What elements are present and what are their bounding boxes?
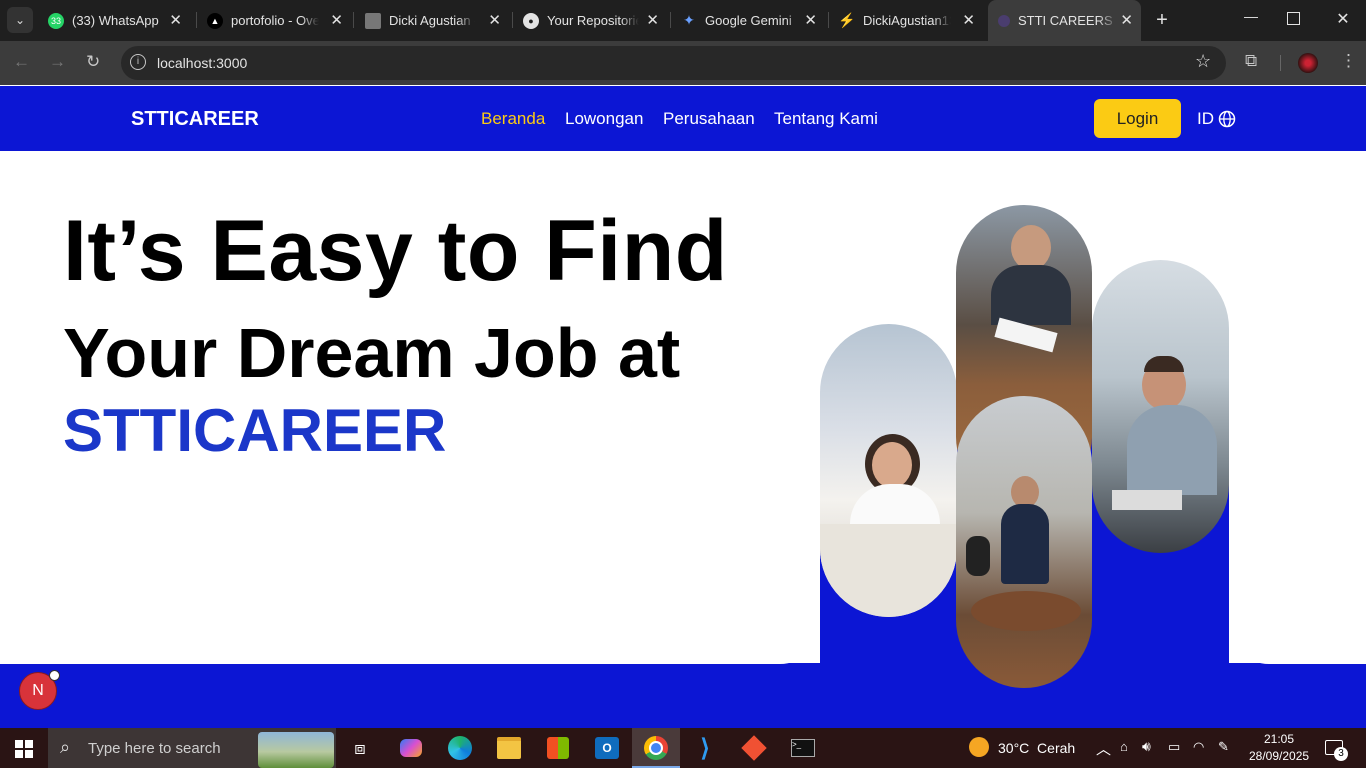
close-icon[interactable]: ✕	[1120, 11, 1133, 29]
close-icon[interactable]: ✕	[962, 11, 975, 29]
whatsapp-icon: 33	[48, 12, 64, 29]
reload-icon[interactable]: ↻	[86, 52, 100, 72]
taskbar-search-box[interactable]: ⌕ Type here to search	[48, 728, 336, 768]
close-icon[interactable]: ✕	[488, 11, 501, 29]
tab-portofolio[interactable]: ▲ portofolio - Overview ✕	[199, 8, 351, 33]
tab-search-button[interactable]: ⌄	[7, 7, 33, 33]
bookmark-star-icon[interactable]: ☆	[1195, 51, 1211, 72]
microsoft-store-icon[interactable]	[544, 734, 572, 762]
supabase-icon: ⚡	[838, 12, 856, 28]
brand-logo[interactable]: STTICAREER	[131, 108, 259, 131]
tab-title: Dicki Agustian – Profile	[389, 13, 475, 28]
menu-kebab-icon[interactable]: ⋮	[1340, 51, 1357, 71]
site-info-icon[interactable]: i	[130, 54, 146, 70]
task-view-icon[interactable]: ⧈	[346, 734, 374, 762]
site-navbar: STTICAREER Beranda Lowongan Perusahaan T…	[0, 86, 1366, 151]
tab-title: portofolio - Overview	[231, 13, 319, 28]
floating-avatar[interactable]: N	[19, 670, 60, 710]
profile-avatar[interactable]	[1298, 53, 1318, 73]
hero-heading-line1: It’s Easy to Find	[63, 203, 728, 299]
file-explorer-icon[interactable]	[495, 734, 523, 762]
close-window-button[interactable]: ✕	[1334, 9, 1352, 29]
volume-icon[interactable]: 🔊︎	[1142, 738, 1151, 755]
profile-icon	[365, 12, 381, 29]
search-highlight-image	[258, 732, 334, 768]
nav-tentang-kami[interactable]: Tentang Kami	[774, 109, 878, 129]
forward-arrow-icon[interactable]: →	[49, 52, 66, 72]
hero-photo-man-headset	[1092, 260, 1229, 553]
hero-white-corner	[1229, 400, 1366, 664]
nav-perusahaan[interactable]: Perusahaan	[663, 109, 755, 129]
tab-profile[interactable]: Dicki Agustian – Profile ✕	[357, 8, 509, 33]
address-bar[interactable]: i localhost:3000 ☆	[121, 46, 1226, 80]
clock-date[interactable]: 28/09/2025	[1249, 749, 1309, 763]
tab-title: DickiAgustian13	[863, 13, 951, 28]
battery-icon[interactable]: ▭	[1168, 739, 1180, 755]
terminal-icon[interactable]: >_	[789, 734, 817, 762]
avatar-letter: N	[32, 682, 44, 699]
chrome-icon[interactable]	[642, 734, 670, 762]
tab-title: Google Gemini	[705, 13, 792, 28]
hero-photo-celebrating-woman	[820, 324, 957, 617]
restore-button[interactable]	[1287, 12, 1300, 25]
hero-photo-presentation	[956, 396, 1092, 688]
tab-title: STTI CAREERS	[1018, 13, 1113, 28]
url-text: localhost:3000	[157, 55, 248, 71]
wifi-icon[interactable]: ◠	[1193, 739, 1204, 755]
search-icon: ⌕	[60, 737, 71, 757]
tab-gemini[interactable]: ✦ Google Gemini ✕	[673, 8, 825, 33]
browser-toolbar: ← → ↻ i localhost:3000 ☆ ⧉ ⋮	[0, 41, 1366, 85]
taskbar-search-placeholder: Type here to search	[88, 740, 221, 757]
tab-github[interactable]: ● Your Repositories ✕	[515, 8, 667, 33]
nav-lowongan[interactable]: Lowongan	[565, 109, 643, 129]
hero-heading-brand: STTICAREER	[63, 397, 447, 464]
git-icon[interactable]	[740, 734, 768, 762]
notification-badge: 3	[1334, 747, 1348, 761]
gemini-icon: ✦	[683, 12, 695, 28]
tab-whatsapp[interactable]: 33 (33) WhatsApp ✕	[40, 8, 190, 33]
close-icon[interactable]: ✕	[646, 11, 659, 29]
weather-icon	[969, 737, 989, 757]
copilot-icon[interactable]	[397, 734, 425, 762]
login-button[interactable]: Login	[1094, 99, 1181, 138]
vscode-icon[interactable]: ⟩	[691, 734, 719, 762]
notification-center-icon[interactable]: 3	[1325, 740, 1348, 761]
hero-heading-line2: Your Dream Job at	[63, 314, 681, 392]
chevron-up-icon[interactable]: ︿	[1096, 738, 1111, 759]
status-dot	[49, 670, 60, 681]
tab-strip: ⌄ 33 (33) WhatsApp ✕ ▲ portofolio - Over…	[0, 0, 1366, 41]
language-label: ID	[1197, 109, 1214, 128]
weather-text[interactable]: 30°C Cerah	[998, 740, 1075, 756]
back-arrow-icon[interactable]: ←	[13, 52, 30, 72]
pen-icon[interactable]: ✎	[1218, 739, 1229, 755]
vercel-icon: ▲	[207, 12, 223, 29]
language-switcher[interactable]: ID	[1197, 109, 1236, 129]
github-icon: ●	[523, 12, 539, 29]
site-favicon-icon	[998, 14, 1010, 27]
new-tab-button[interactable]: +	[1151, 7, 1173, 33]
extensions-icon[interactable]: ⧉	[1245, 51, 1257, 71]
close-icon[interactable]: ✕	[804, 11, 817, 29]
nav-beranda[interactable]: Beranda	[481, 109, 545, 129]
tab-title: Your Repositories	[547, 13, 639, 28]
windows-start-icon[interactable]	[15, 740, 33, 758]
clock-time[interactable]: 21:05	[1264, 732, 1294, 746]
globe-icon	[1218, 110, 1236, 128]
close-icon[interactable]: ✕	[330, 11, 343, 29]
outlook-icon[interactable]: O	[593, 734, 621, 762]
close-icon[interactable]: ✕	[169, 11, 182, 29]
meet-now-icon[interactable]: ⌂	[1120, 739, 1128, 754]
tab-title: (33) WhatsApp	[72, 13, 159, 28]
edge-icon[interactable]	[446, 734, 474, 762]
hero-bottom-band	[0, 663, 1366, 728]
minimize-button[interactable]: —	[1240, 8, 1262, 24]
windows-taskbar: ⌕ Type here to search ⧈ O ⟩ >_ 30°C Cera…	[0, 728, 1366, 768]
tab-stti-careers[interactable]: STTI CAREERS ✕	[988, 0, 1141, 41]
tab-supabase[interactable]: ⚡ DickiAgustian13 ✕	[831, 8, 983, 33]
